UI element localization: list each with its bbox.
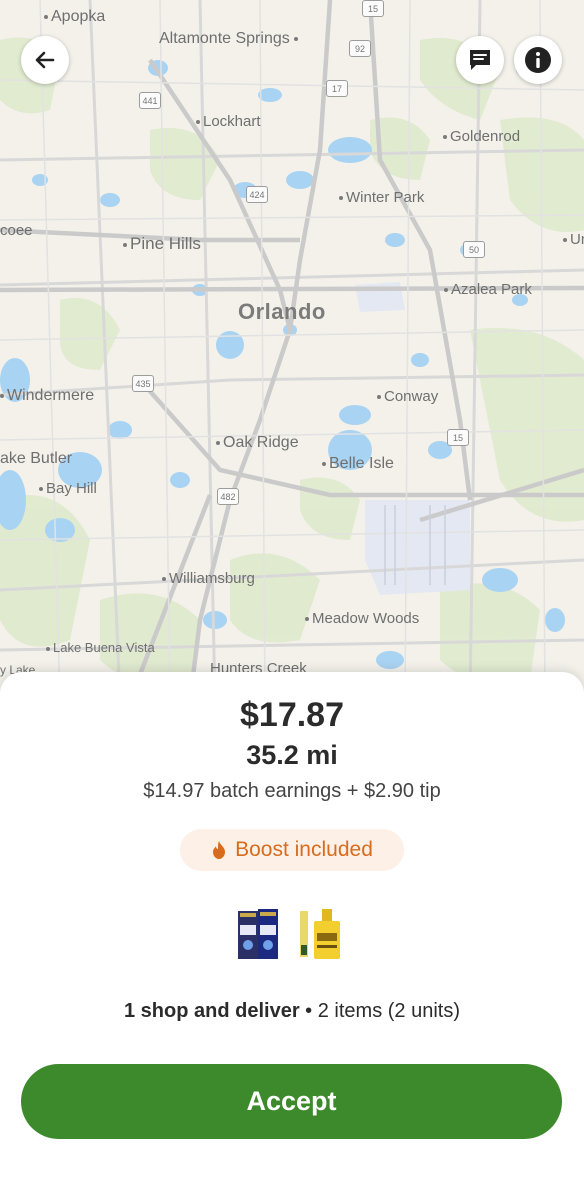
highway-shield-482: 482 [217, 488, 239, 505]
chat-icon [470, 50, 490, 70]
highway-shield-15: 15 [362, 0, 384, 17]
summary-separator: • [299, 1000, 318, 1022]
earnings-breakdown: $14.97 batch earnings + $2.90 tip [143, 780, 441, 802]
map-place-orlando: Orlando [238, 299, 326, 324]
map-place-lake-buena-vista: Lake Buena Vista [46, 640, 155, 655]
map-place-bay-hill: Bay Hill [39, 480, 97, 497]
batch-summary: 1 shop and deliver • 2 items (2 units) [0, 1000, 584, 1023]
highway-shield-17: 17 [326, 80, 348, 97]
offer-price: $17.87 [240, 696, 344, 734]
highway-shield-441: 441 [139, 92, 161, 109]
highway-shield-15-mid: 15 [447, 429, 469, 446]
map-place-altamonte-springs: Altamonte Springs [159, 30, 301, 48]
map-place-lake-butler: ake Butler [0, 450, 73, 467]
accept-button[interactable]: Accept [21, 1064, 562, 1139]
offer-distance: 35.2 mi [246, 740, 338, 770]
highway-shield-435: 435 [132, 375, 154, 392]
map-place-oak-ridge: Oak Ridge [216, 434, 299, 452]
info-icon [525, 47, 551, 73]
map-place-goldenrod: Goldenrod [443, 128, 520, 145]
chat-button[interactable] [456, 36, 504, 84]
highway-shield-50: 50 [463, 241, 485, 258]
map-place-pine-hills: Pine Hills [123, 234, 201, 254]
map-place-ocoee: coee [0, 222, 33, 239]
boost-badge: Boost included [180, 829, 404, 871]
arrow-left-icon [35, 51, 55, 69]
boost-label: Boost included [235, 838, 373, 861]
map-place-lockhart: Lockhart [196, 113, 261, 130]
item-thumbnails [236, 907, 344, 961]
map-place-meadow-woods: Meadow Woods [305, 610, 419, 627]
product-image-mucinex [238, 909, 278, 959]
map-place-conway: Conway [377, 388, 438, 405]
info-button[interactable] [514, 36, 562, 84]
map-place-belle-isle: Belle Isle [322, 455, 394, 473]
highway-shield-92: 92 [349, 40, 371, 57]
offer-sheet: $17.87 35.2 mi $14.97 batch earnings + $… [0, 672, 584, 1200]
batch-item-count: 2 items (2 units) [317, 1000, 460, 1022]
map-base [0, 0, 584, 700]
map-place-winter-park: Winter Park [339, 189, 424, 206]
map-view[interactable]: Apopka Altamonte Springs Lockhart Golden… [0, 0, 584, 700]
map-place-apopka: Apopka [44, 8, 105, 26]
highway-shield-424: 424 [246, 186, 268, 203]
map-place-windermere: Windermere [0, 387, 94, 405]
back-button[interactable] [21, 36, 69, 84]
map-place-williamsburg: Williamsburg [162, 570, 255, 587]
flame-icon [213, 841, 226, 859]
map-place-azalea-park: Azalea Park [444, 281, 532, 298]
map-place-un: Un [563, 231, 584, 248]
batch-type: 1 shop and deliver [124, 1000, 300, 1022]
product-image-spray [300, 909, 340, 959]
